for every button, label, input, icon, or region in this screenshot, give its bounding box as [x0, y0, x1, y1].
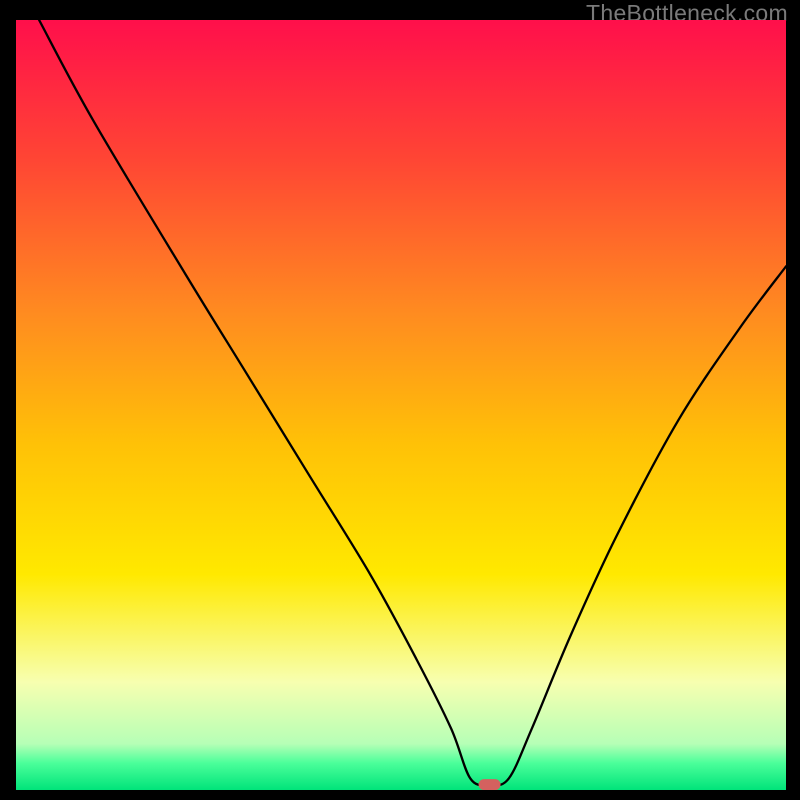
chart-frame	[16, 20, 786, 790]
optimal-marker	[479, 779, 501, 790]
bottleneck-chart	[16, 20, 786, 790]
chart-background	[16, 20, 786, 790]
